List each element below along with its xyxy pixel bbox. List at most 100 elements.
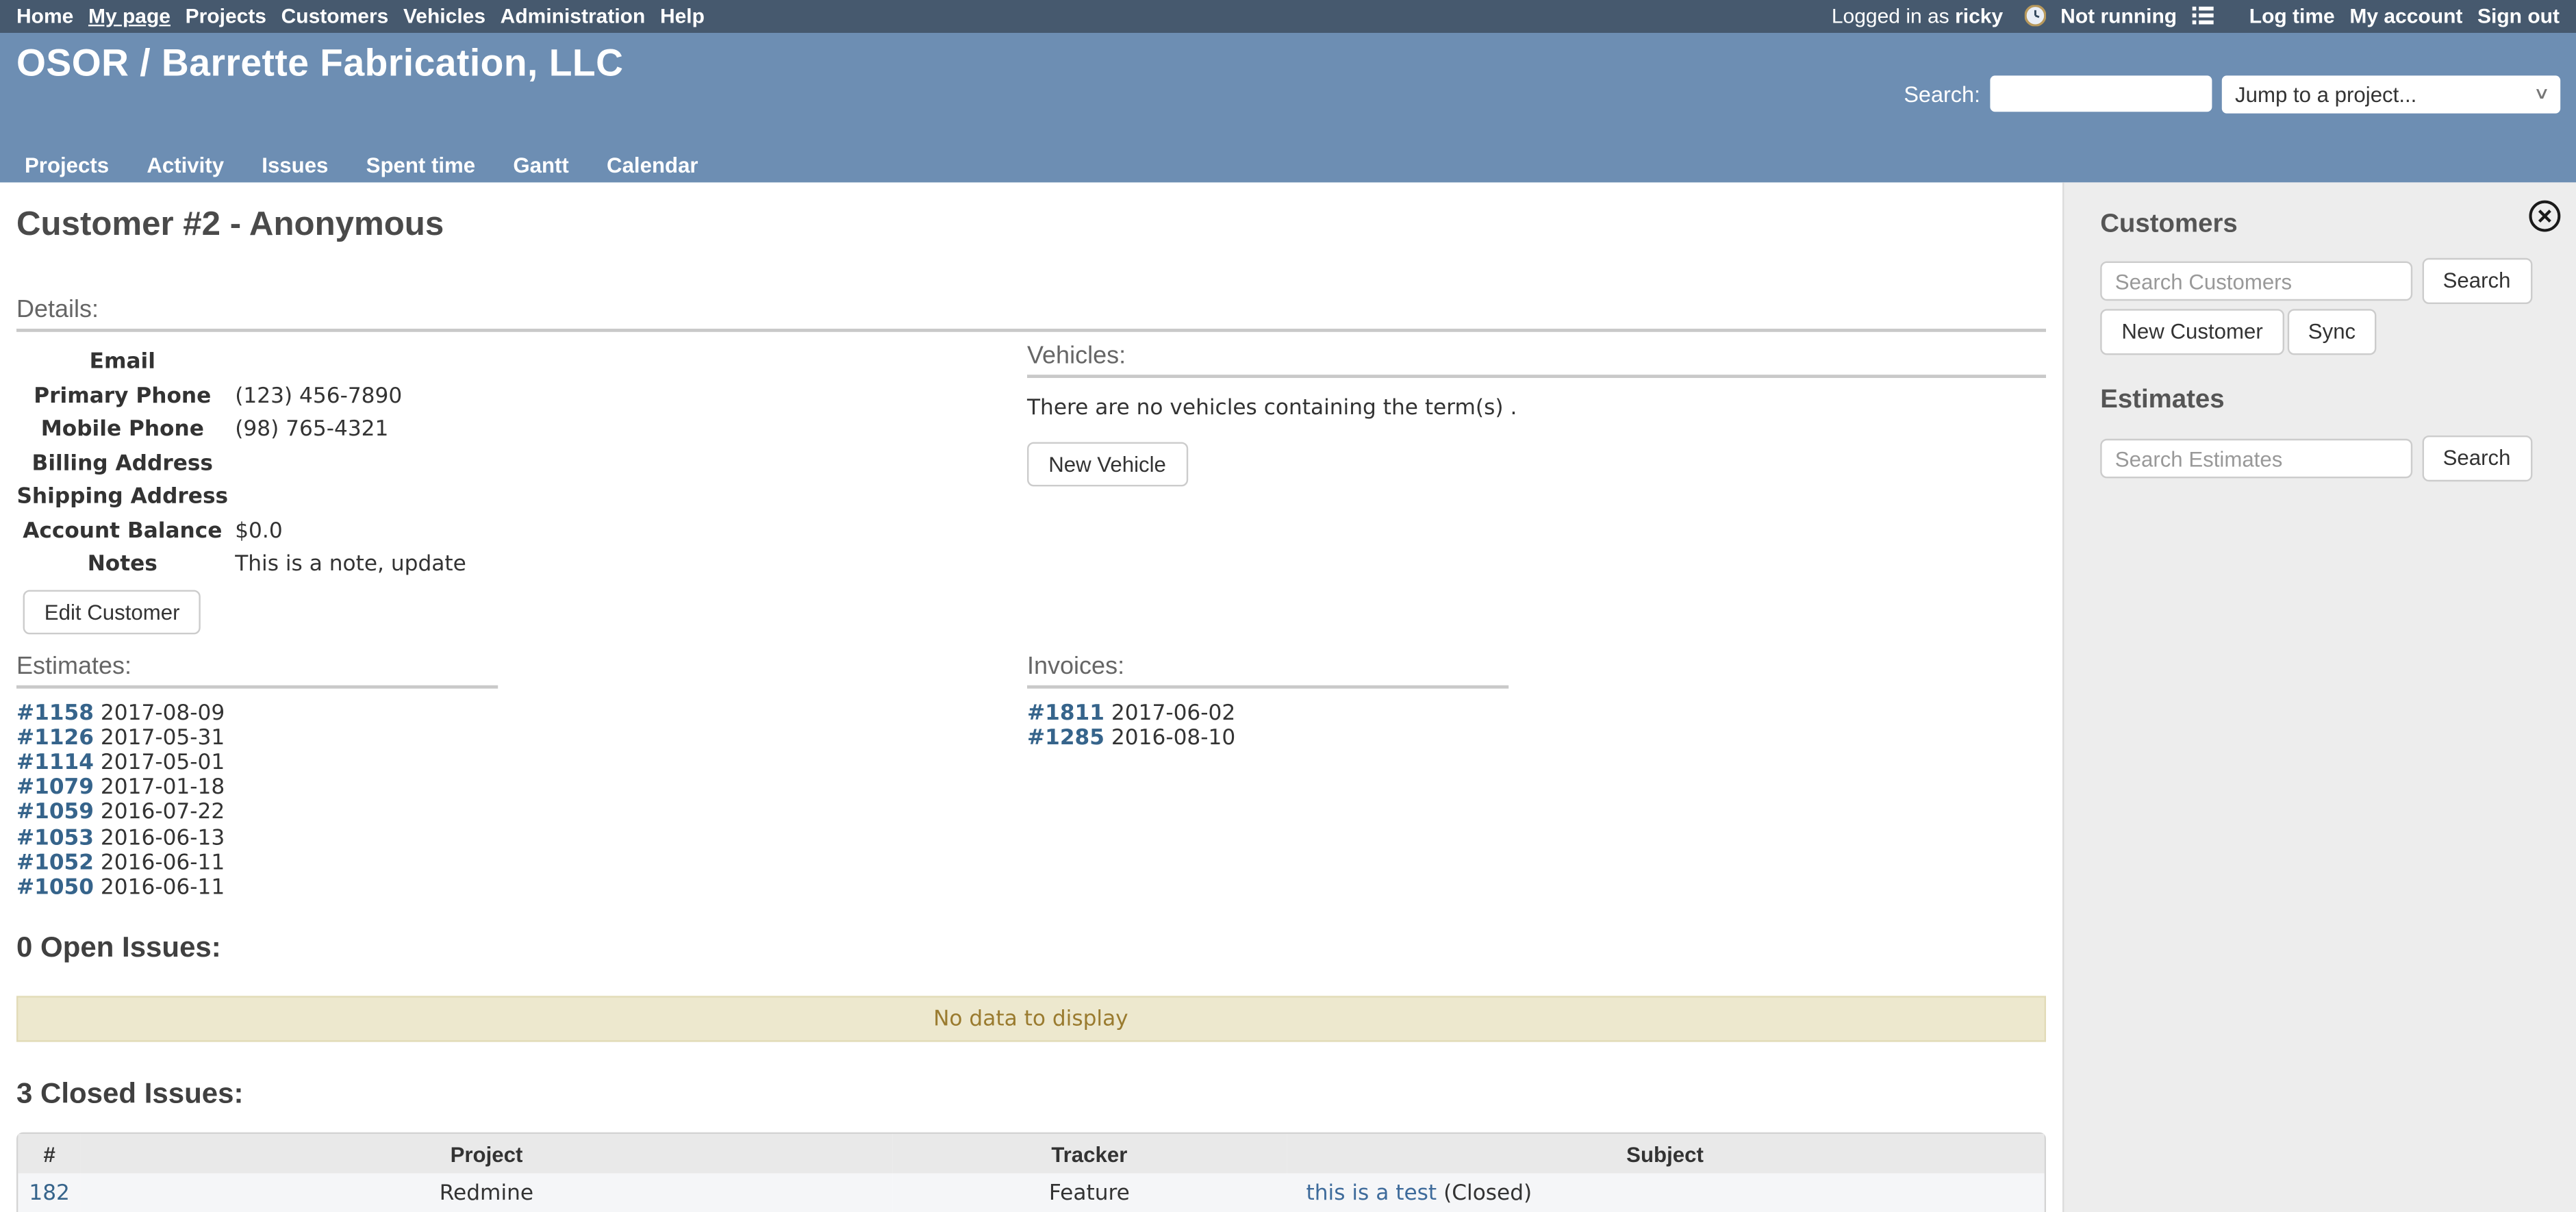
application-window: Home My page Projects Customers Vehicles… xyxy=(0,0,2576,1212)
issue-subject-cell: this is a test (Closed) xyxy=(1287,1174,2044,1212)
vehicles-empty-text: There are no vehicles containing the ter… xyxy=(1027,396,2045,420)
top-menu-customers[interactable]: Customers xyxy=(281,5,389,28)
estimates-block: Estimates: #1158 2017-08-09 #1126 2017-0… xyxy=(16,633,1027,900)
issue-status: (Closed) xyxy=(1437,1181,1532,1206)
detail-label: Billing Address xyxy=(16,448,229,481)
log-time-link[interactable]: Log time xyxy=(2249,5,2335,28)
detail-value xyxy=(235,481,1027,515)
table-row: 182 Redmine Feature this is a test (Clos… xyxy=(18,1174,2043,1212)
estimate-item: #1052 2016-06-11 xyxy=(16,851,1027,876)
top-menu-projects[interactable]: Projects xyxy=(186,5,266,28)
sidebar: Customers Search New Customer Sync Estim… xyxy=(2062,182,2576,1212)
closed-issues-heading: 3 Closed Issues: xyxy=(16,1076,2045,1111)
column-header-project[interactable]: Project xyxy=(81,1134,892,1174)
invoice-item: #1811 2017-06-02 xyxy=(1027,701,2045,726)
top-menu-administration[interactable]: Administration xyxy=(501,5,646,28)
closed-issues-table: # Project Tracker Subject 182 Redmine Fe… xyxy=(16,1133,2045,1212)
invoices-block: Invoices: #1811 2017-06-02 #1285 2016-08… xyxy=(1027,633,2045,900)
main-menu-tabs: Projects Activity Issues Spent time Gant… xyxy=(25,153,698,177)
logged-in-text: Logged in as ricky xyxy=(1832,5,2003,28)
table-header-row: # Project Tracker Subject xyxy=(18,1134,2043,1174)
top-menu-home[interactable]: Home xyxy=(16,5,73,28)
details-table: Email Primary Phone (123) 456-7890 Mobil… xyxy=(16,346,1027,582)
main-layout: Customer #2 - Anonymous Details: Email P… xyxy=(0,182,2576,1212)
search-estimates-button[interactable]: Search xyxy=(2421,435,2531,481)
sign-out-link[interactable]: Sign out xyxy=(2477,5,2560,28)
top-menu-help[interactable]: Help xyxy=(660,5,705,28)
search-estimates-input[interactable] xyxy=(2100,439,2412,479)
issue-subject-link[interactable]: this is a test xyxy=(1306,1181,1437,1206)
page-title: Customer #2 - Anonymous xyxy=(16,205,2045,245)
invoices-heading: Invoices: xyxy=(1027,652,2045,680)
search-customers-input[interactable] xyxy=(2100,262,2412,301)
close-icon[interactable] xyxy=(2527,199,2561,233)
sync-button[interactable]: Sync xyxy=(2287,309,2377,355)
detail-label: Notes xyxy=(16,549,229,583)
top-menu-my-page[interactable]: My page xyxy=(88,5,171,28)
invoice-link[interactable]: #1285 xyxy=(1027,726,1104,750)
estimates-list: #1158 2017-08-09 #1126 2017-05-31 #1114 … xyxy=(16,701,1027,901)
tab-activity[interactable]: Activity xyxy=(147,153,224,177)
new-customer-button[interactable]: New Customer xyxy=(2100,309,2284,355)
estimate-link[interactable]: #1126 xyxy=(16,726,94,750)
search-input[interactable] xyxy=(1990,76,2212,112)
sidebar-customers-heading: Customers xyxy=(2100,210,2238,240)
my-account-link[interactable]: My account xyxy=(2349,5,2462,28)
open-issues-heading: 0 Open Issues: xyxy=(16,931,2045,965)
jump-to-project-select[interactable]: Jump to a project... ∨ xyxy=(2222,75,2560,113)
username: ricky xyxy=(1955,5,2003,28)
header-search-area: Search: Jump to a project... ∨ xyxy=(1904,75,2560,113)
details-heading: Details: xyxy=(16,296,2045,324)
issue-project: Redmine xyxy=(81,1174,892,1212)
detail-label: Account Balance xyxy=(16,515,229,548)
search-customers-button[interactable]: Search xyxy=(2421,258,2531,304)
estimate-link[interactable]: #1050 xyxy=(16,876,94,900)
site-title: OSOR / Barrette Fabrication, LLC xyxy=(16,40,623,85)
estimate-item: #1059 2016-07-22 xyxy=(16,801,1027,826)
detail-label: Mobile Phone xyxy=(16,414,229,448)
main-content: Customer #2 - Anonymous Details: Email P… xyxy=(0,182,2062,1212)
edit-customer-button[interactable]: Edit Customer xyxy=(23,589,201,633)
estimate-link[interactable]: #1079 xyxy=(16,776,94,800)
estimate-link[interactable]: #1059 xyxy=(16,801,94,826)
sidebar-estimates-heading: Estimates xyxy=(2100,386,2224,416)
column-header-id[interactable]: # xyxy=(18,1134,81,1174)
estimate-item: #1079 2017-01-18 xyxy=(16,776,1027,800)
tab-spent-time[interactable]: Spent time xyxy=(366,153,476,177)
search-label: Search: xyxy=(1904,81,1980,106)
column-header-subject[interactable]: Subject xyxy=(1287,1134,2044,1174)
chevron-down-icon: ∨ xyxy=(2533,85,2550,103)
tab-gantt[interactable]: Gantt xyxy=(513,153,568,177)
page-header: OSOR / Barrette Fabrication, LLC Search:… xyxy=(0,32,2576,183)
estimate-item: #1126 2017-05-31 xyxy=(16,726,1027,750)
detail-value: (98) 765-4321 xyxy=(235,414,1027,448)
top-menu-vehicles[interactable]: Vehicles xyxy=(403,5,485,28)
timer-clock-icon[interactable] xyxy=(2024,5,2045,27)
estimate-item: #1158 2017-08-09 xyxy=(16,701,1027,726)
timer-list-icon[interactable] xyxy=(2192,7,2213,25)
tab-projects[interactable]: Projects xyxy=(25,153,109,177)
invoices-list: #1811 2017-06-02 #1285 2016-08-10 xyxy=(1027,701,2045,751)
issue-id-link[interactable]: 182 xyxy=(18,1174,81,1212)
detail-value: (123) 456-7890 xyxy=(235,381,1027,414)
details-block: Email Primary Phone (123) 456-7890 Mobil… xyxy=(16,332,1027,633)
tab-issues[interactable]: Issues xyxy=(262,153,328,177)
tab-calendar[interactable]: Calendar xyxy=(607,153,698,177)
estimates-heading: Estimates: xyxy=(16,652,1027,680)
estimate-link[interactable]: #1158 xyxy=(16,701,94,726)
new-vehicle-button[interactable]: New Vehicle xyxy=(1027,442,1187,487)
issue-tracker: Feature xyxy=(892,1174,1287,1212)
detail-value: This is a note, update xyxy=(235,549,1027,583)
estimate-link[interactable]: #1114 xyxy=(16,751,94,776)
detail-value: $0.0 xyxy=(235,515,1027,548)
column-header-tracker[interactable]: Tracker xyxy=(892,1134,1287,1174)
invoice-link[interactable]: #1811 xyxy=(1027,701,1104,726)
vehicles-heading: Vehicles: xyxy=(1027,342,2045,370)
timer-status: Not running xyxy=(2060,5,2177,28)
estimate-link[interactable]: #1052 xyxy=(16,851,94,876)
detail-label: Primary Phone xyxy=(16,381,229,414)
detail-value xyxy=(235,346,1027,380)
estimate-item: #1114 2017-05-01 xyxy=(16,751,1027,776)
estimate-link[interactable]: #1053 xyxy=(16,826,94,850)
top-menu-bar: Home My page Projects Customers Vehicles… xyxy=(0,0,2576,32)
